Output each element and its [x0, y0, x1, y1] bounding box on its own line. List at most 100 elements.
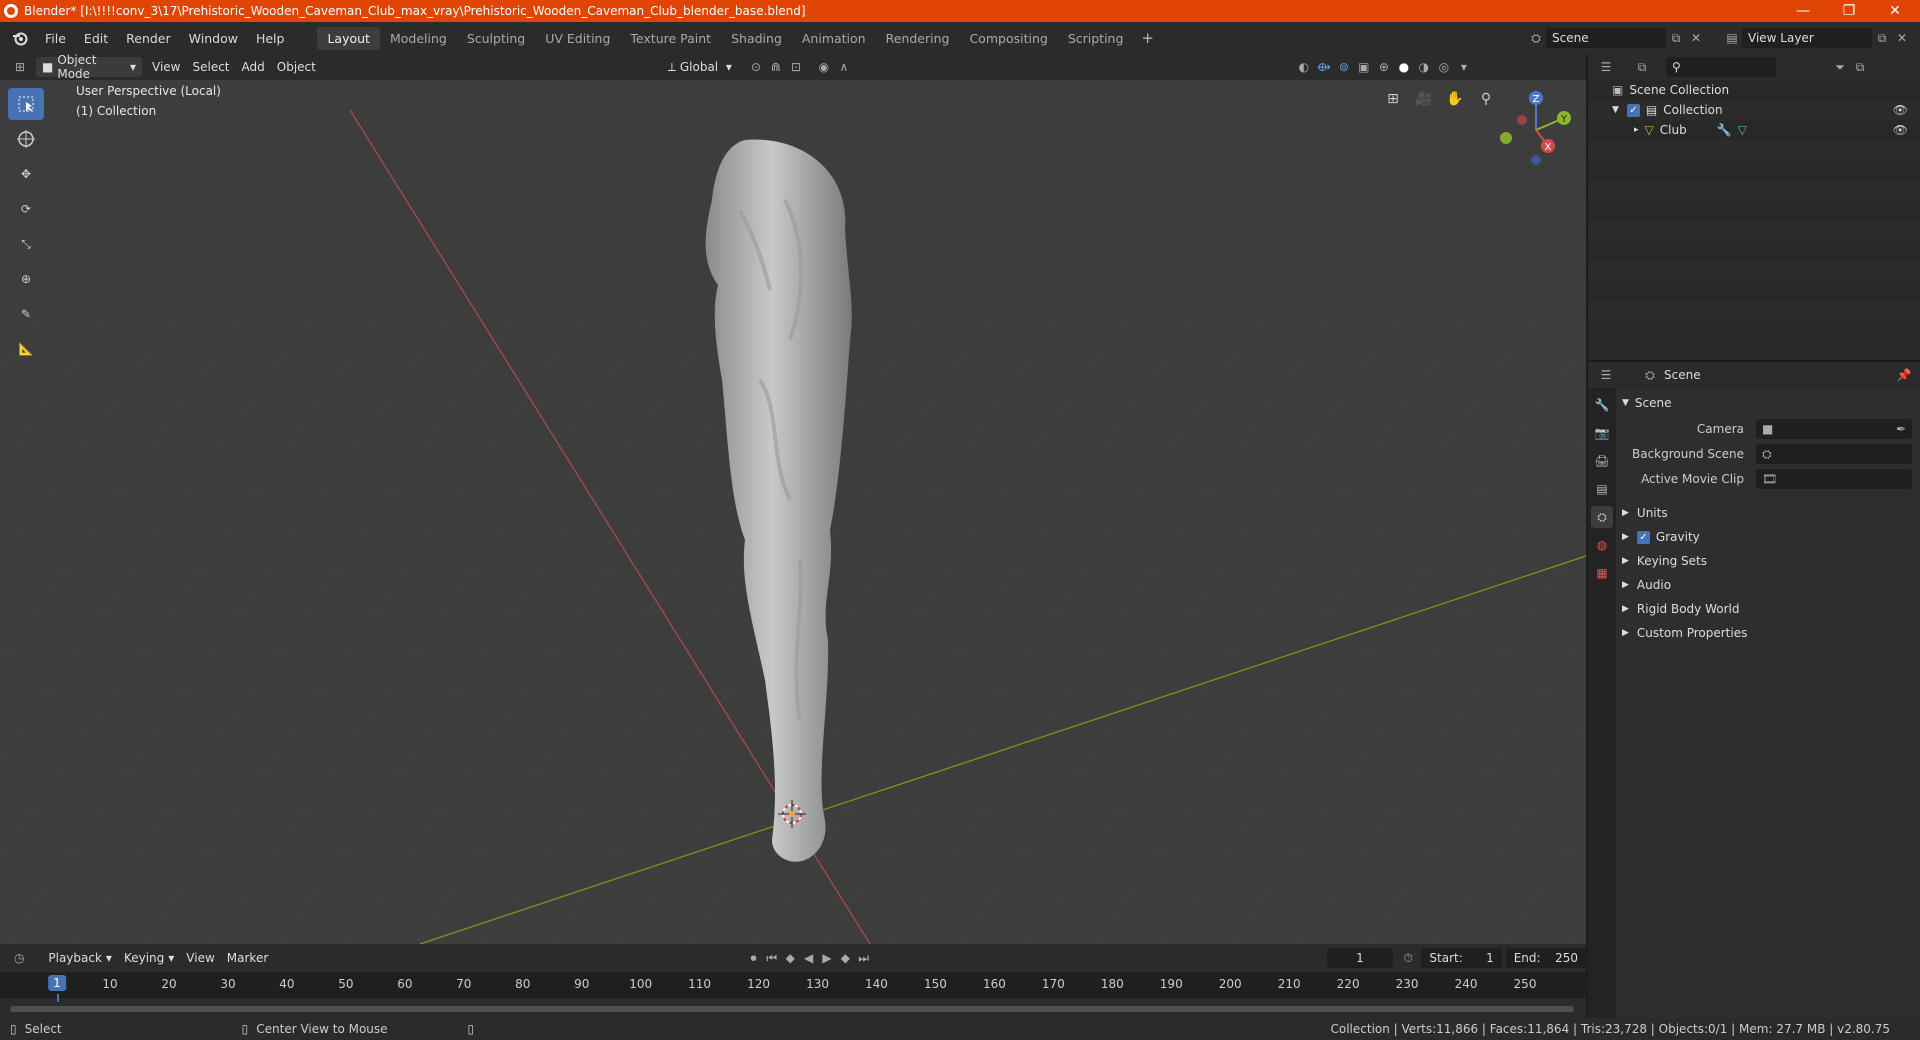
stopwatch-icon[interactable]: ⏱ — [1399, 948, 1417, 968]
custom-properties-panel[interactable]: ▶ Custom Properties — [1622, 622, 1914, 644]
scene-name-field[interactable]: Scene — [1546, 28, 1666, 48]
close-button[interactable]: ✕ — [1872, 0, 1918, 22]
keying-menu[interactable]: Keying ▾ — [118, 948, 180, 968]
view-menu[interactable]: View — [180, 948, 220, 968]
eye-icon[interactable]: 👁 — [1893, 123, 1908, 137]
render-tab-icon[interactable]: 📷 — [1591, 422, 1613, 444]
eye-icon[interactable]: 👁 — [1893, 103, 1908, 117]
visibility-icon[interactable]: ◐ — [1294, 57, 1314, 77]
menu-help[interactable]: Help — [247, 28, 294, 49]
rotate-tool-icon[interactable]: ⟳ — [8, 193, 44, 225]
timeline-ruler[interactable]: 1 10 20 30 40 50 60 70 80 90 100 110 120 130 140 150 160… — [0, 972, 1586, 1002]
add-workspace-button[interactable]: + — [1133, 27, 1162, 50]
gizmo-toggle-icon[interactable]: ⟴ — [1314, 57, 1334, 77]
solid-shading-icon[interactable]: ● — [1394, 57, 1414, 77]
annotate-tool-icon[interactable]: ✎ — [8, 298, 44, 330]
overlays-icon[interactable]: ⊚ — [1334, 57, 1354, 77]
tab-sculpting[interactable]: Sculpting — [457, 27, 535, 50]
xray-icon[interactable]: ▣ — [1354, 57, 1374, 77]
timeline-scrollbar[interactable] — [10, 1006, 1574, 1012]
tab-animation[interactable]: Animation — [792, 27, 876, 50]
exclude-checkbox[interactable]: ✓ — [1626, 103, 1640, 117]
camera-field[interactable]: ■ ✒ — [1756, 419, 1912, 439]
minimize-button[interactable]: — — [1780, 0, 1826, 22]
editor-type-icon[interactable]: ◷ — [10, 948, 28, 968]
eyedropper-icon[interactable]: ✒ — [1896, 422, 1906, 436]
menu-window[interactable]: Window — [180, 28, 247, 49]
gravity-panel[interactable]: ▶ ✓ Gravity — [1622, 526, 1914, 548]
current-frame-field[interactable]: 1 — [1326, 948, 1394, 968]
play-reverse-icon[interactable]: ◀ — [799, 948, 817, 968]
current-frame-marker[interactable]: 1 — [48, 975, 66, 991]
editor-type-icon[interactable]: ⊞ — [10, 57, 30, 77]
cursor-tool-icon[interactable] — [8, 123, 44, 155]
tab-modeling[interactable]: Modeling — [380, 27, 457, 50]
snap-icon[interactable]: ⋒ — [766, 57, 786, 77]
material-shading-icon[interactable]: ◑ — [1414, 57, 1434, 77]
scene-icon[interactable]: ⛭ — [1526, 28, 1546, 48]
tool-tab-icon[interactable]: 🔧 — [1591, 394, 1613, 416]
editor-type-icon[interactable]: ☰ — [1596, 57, 1616, 77]
rigid-body-world-panel[interactable]: ▶ Rigid Body World — [1622, 598, 1914, 620]
menu-edit[interactable]: Edit — [75, 28, 117, 49]
tab-compositing[interactable]: Compositing — [959, 27, 1057, 50]
view-layer-icon[interactable]: ▤ — [1722, 28, 1742, 48]
gravity-checkbox[interactable]: ✓ — [1636, 530, 1650, 544]
view-layer-field[interactable]: View Layer — [1742, 28, 1872, 48]
pivot-icon[interactable]: ⊙ — [746, 57, 766, 77]
tab-layout[interactable]: Layout — [317, 26, 380, 50]
select-box-tool-icon[interactable] — [8, 88, 44, 120]
outliner-scene-collection[interactable]: ▣ Scene Collection — [1588, 80, 1920, 100]
camera-view-icon[interactable]: 🎥 — [1411, 86, 1437, 112]
end-frame-field[interactable]: End: 250 — [1505, 948, 1587, 968]
falloff-icon[interactable]: ∧ — [834, 57, 854, 77]
grid-view-icon[interactable]: ⊞ — [1380, 86, 1406, 112]
proportional-edit-icon[interactable]: ◉ — [814, 57, 834, 77]
snap-target-icon[interactable]: ⊡ — [786, 57, 806, 77]
background-scene-field[interactable]: ⛭ — [1756, 444, 1912, 464]
delete-view-layer-icon[interactable]: ✕ — [1892, 28, 1912, 48]
move-tool-icon[interactable]: ✥ — [8, 158, 44, 190]
expand-arrow-icon[interactable]: ▸ — [1634, 125, 1639, 135]
wireframe-shading-icon[interactable]: ⊕ — [1374, 57, 1394, 77]
pin-icon[interactable]: 📌 — [1894, 365, 1914, 385]
display-mode-icon[interactable]: ⧉ — [1632, 57, 1652, 77]
jump-start-icon[interactable]: ⏮ — [763, 948, 781, 968]
add-menu[interactable]: Add — [236, 57, 271, 77]
next-keyframe-icon[interactable]: ◆ — [836, 948, 854, 968]
output-tab-icon[interactable]: 🖨 — [1591, 450, 1613, 472]
navigation-gizmo[interactable]: Z Y X — [1492, 86, 1582, 176]
view-menu[interactable]: View — [146, 57, 186, 77]
scene-panel-header[interactable]: ▼ Scene — [1622, 392, 1914, 414]
playback-menu[interactable]: Playback ▾ — [42, 948, 118, 968]
maximize-button[interactable]: ❐ — [1826, 0, 1872, 22]
active-movie-clip-field[interactable]: 🎞 — [1756, 469, 1912, 489]
jump-end-icon[interactable]: ⏭ — [855, 948, 873, 968]
outliner-item-collection[interactable]: ▼ ✓ ▤ Collection 👁 — [1588, 100, 1920, 120]
play-icon[interactable]: ▶ — [818, 948, 836, 968]
marker-menu[interactable]: Marker — [221, 948, 274, 968]
scene-tab-icon[interactable]: ⛭ — [1591, 506, 1613, 528]
measure-tool-icon[interactable]: 📐 — [8, 333, 44, 365]
expand-arrow-icon[interactable]: ▼ — [1612, 105, 1619, 115]
modifier-wrench-icon[interactable]: 🔧 — [1717, 123, 1732, 137]
view-layer-tab-icon[interactable]: ▤ — [1591, 478, 1613, 500]
new-view-layer-icon[interactable]: ⧉ — [1872, 28, 1892, 48]
select-menu[interactable]: Select — [186, 57, 235, 77]
3d-viewport[interactable]: User Perspective (Local) (1) Collection … — [0, 80, 1586, 944]
blender-menu-icon[interactable] — [10, 28, 30, 48]
mode-dropdown[interactable]: ■ Object Mode ▾ — [36, 53, 142, 81]
tab-uv-editing[interactable]: UV Editing — [535, 27, 620, 50]
filter-icon[interactable]: ⏷ — [1830, 57, 1850, 77]
new-collection-icon[interactable]: ⧉ — [1850, 57, 1870, 77]
tab-texture-paint[interactable]: Texture Paint — [620, 27, 721, 50]
outliner-item-club[interactable]: ▸ ▽ Club 🔧 ▽ 👁 — [1588, 120, 1920, 140]
prev-keyframe-icon[interactable]: ◆ — [781, 948, 799, 968]
world-tab-icon[interactable]: ◍ — [1591, 534, 1613, 556]
delete-scene-icon[interactable]: ✕ — [1686, 28, 1706, 48]
object-menu[interactable]: Object — [271, 57, 322, 77]
shading-options-icon[interactable]: ▾ — [1454, 57, 1474, 77]
menu-render[interactable]: Render — [117, 28, 180, 49]
texture-tab-icon[interactable]: ▦ — [1591, 562, 1613, 584]
scale-tool-icon[interactable]: ⤡ — [8, 228, 44, 260]
